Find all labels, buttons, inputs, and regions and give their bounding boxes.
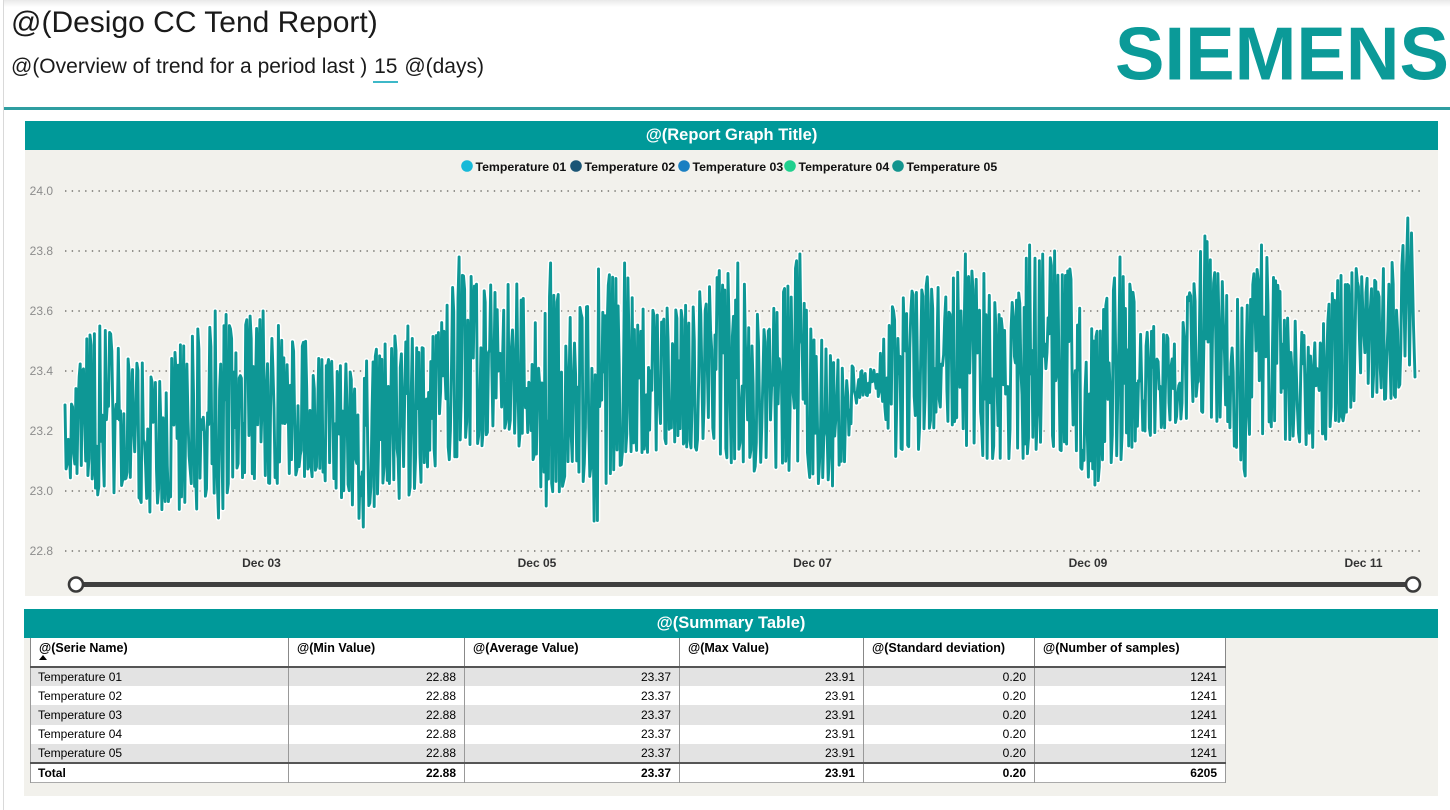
- svg-text:23.2: 23.2: [30, 424, 54, 438]
- svg-text:23.4: 23.4: [30, 364, 54, 378]
- svg-text:Dec 03: Dec 03: [242, 556, 281, 570]
- svg-text:Dec 09: Dec 09: [1069, 556, 1108, 570]
- svg-text:Temperature 01: Temperature 01: [476, 160, 567, 174]
- svg-text:Temperature 03: Temperature 03: [693, 160, 784, 174]
- svg-text:SIEMENS: SIEMENS: [1115, 27, 1449, 83]
- svg-text:23.8: 23.8: [30, 244, 54, 258]
- svg-text:23.0: 23.0: [30, 484, 54, 498]
- svg-text:Temperature 05: Temperature 05: [907, 160, 998, 174]
- svg-text:Dec 07: Dec 07: [793, 556, 832, 570]
- svg-text:Temperature 02: Temperature 02: [585, 160, 676, 174]
- svg-text:Dec 11: Dec 11: [1344, 556, 1382, 570]
- svg-text:22.8: 22.8: [30, 544, 54, 558]
- svg-text:Temperature 04: Temperature 04: [799, 160, 890, 174]
- svg-text:Dec 05: Dec 05: [518, 556, 557, 570]
- svg-text:23.6: 23.6: [30, 304, 54, 318]
- svg-text:24.0: 24.0: [30, 184, 54, 198]
